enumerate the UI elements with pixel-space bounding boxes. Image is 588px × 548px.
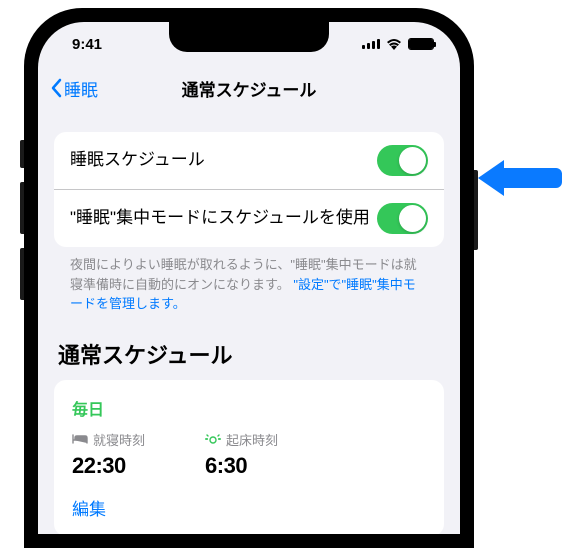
wake-column: 起床時刻 6:30 [205, 430, 278, 479]
bed-icon [72, 433, 88, 445]
bedtime-column: 就寝時刻 22:30 [72, 430, 145, 479]
row-focus-mode: "睡眠"集中モードにスケジュールを使用 [54, 189, 444, 247]
back-label: 睡眠 [64, 76, 98, 101]
schedule-card: 毎日 就寝時刻 22:30 [54, 380, 444, 535]
row-label: 睡眠スケジュール [70, 149, 377, 171]
wake-value: 6:30 [205, 453, 278, 479]
bedtime-label: 就寝時刻 [93, 430, 145, 449]
row-sleep-schedule: 睡眠スケジュール [54, 132, 444, 189]
phone-frame: 9:41 睡眠 通常スケジュール [24, 8, 474, 548]
notch [169, 22, 329, 52]
bedtime-value: 22:30 [72, 453, 145, 479]
toggle-sleep-schedule[interactable] [377, 145, 428, 176]
toggle-focus-mode[interactable] [377, 203, 428, 234]
callout-arrow [478, 160, 562, 196]
status-time: 9:41 [72, 36, 102, 53]
section-header: 通常スケジュール [54, 314, 444, 380]
wifi-icon [386, 38, 402, 50]
edit-button[interactable]: 編集 [72, 495, 426, 520]
footer-text: 夜間によりよい睡眠が取れるように、"睡眠"集中モードは就寝準備時に自動的にオンに… [54, 247, 444, 314]
settings-group: 睡眠スケジュール "睡眠"集中モードにスケジュールを使用 [54, 132, 444, 247]
back-button[interactable]: 睡眠 [50, 76, 98, 101]
chevron-left-icon [50, 78, 62, 98]
battery-icon [408, 38, 434, 50]
alarm-icon [205, 433, 221, 445]
schedule-days: 毎日 [72, 396, 426, 420]
page-title: 通常スケジュール [182, 76, 317, 101]
row-label: "睡眠"集中モードにスケジュールを使用 [70, 207, 377, 229]
nav-bar: 睡眠 通常スケジュール [38, 66, 460, 110]
wake-label: 起床時刻 [226, 430, 278, 449]
cellular-icon [362, 39, 380, 49]
